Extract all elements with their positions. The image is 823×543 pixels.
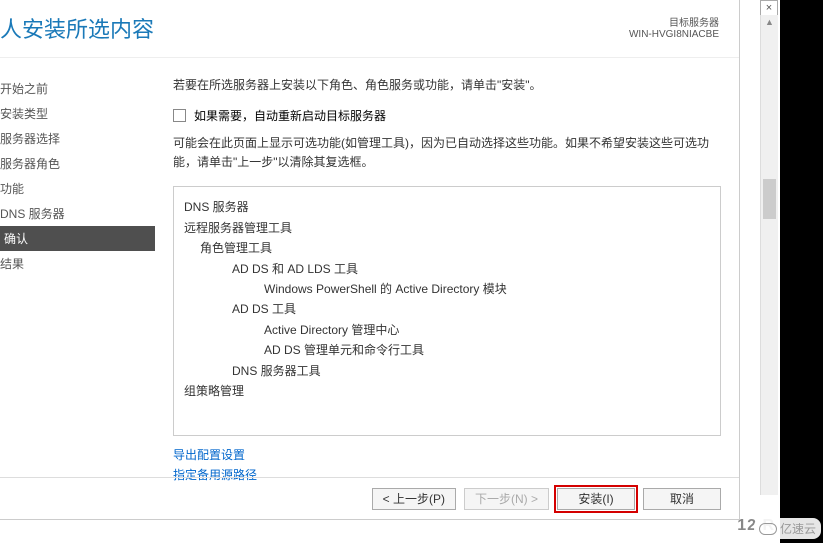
feature-powershell-ad-module: Windows PowerShell 的 Active Directory 模块 [184,279,710,299]
wizard-header: 人安装所选内容 目标服务器 WIN-HVGI8NIACBE [0,0,739,58]
feature-adds-adlds-tools: AD DS 和 AD LDS 工具 [184,259,710,279]
optional-features-note: 可能会在此页面上显示可选功能(如管理工具)，因为已自动选择这些功能。如果不希望安… [173,134,721,172]
feature-ad-admin-center: Active Directory 管理中心 [184,320,710,340]
feature-adds-tools: AD DS 工具 [184,299,710,319]
feature-dns-server: DNS 服务器 [184,197,710,217]
install-button[interactable]: 安装(I) [557,488,635,510]
feature-adds-snapins-cli: AD DS 管理单元和命令行工具 [184,340,710,360]
intro-text: 若要在所选服务器上安装以下角色、角色服务或功能，请单击"安装"。 [173,76,721,93]
previous-button[interactable]: < 上一步(P) [372,488,456,510]
feature-list: DNS 服务器 远程服务器管理工具 角色管理工具 AD DS 和 AD LDS … [173,186,721,436]
sidebar-item-server-selection[interactable]: 服务器选择 [0,126,155,151]
target-server-box: 目标服务器 WIN-HVGI8NIACBE [629,8,719,47]
cancel-button[interactable]: 取消 [643,488,721,510]
feature-role-admin-tools: 角色管理工具 [184,238,710,258]
export-config-link[interactable]: 导出配置设置 [173,446,721,465]
feature-remote-admin-tools: 远程服务器管理工具 [184,218,710,238]
auto-restart-checkbox[interactable] [173,109,186,122]
sidebar-item-dns-server[interactable]: DNS 服务器 [0,201,155,226]
target-server-label: 目标服务器 [629,14,719,29]
sidebar-item-installation-type[interactable]: 安装类型 [0,101,155,126]
sidebar-item-before-you-begin[interactable]: 开始之前 [0,76,155,101]
wizard-main: 若要在所选服务器上安装以下角色、角色服务或功能，请单击"安装"。 如果需要，自动… [155,58,739,478]
scroll-up-icon[interactable]: ▲ [761,15,778,29]
auto-restart-row[interactable]: 如果需要，自动重新启动目标服务器 [173,107,721,124]
feature-group-policy-mgmt: 组策略管理 [184,381,710,401]
wizard-footer: < 上一步(P) 下一步(N) > 安装(I) 取消 [0,477,739,519]
sidebar-item-features[interactable]: 功能 [0,176,155,201]
next-button: 下一步(N) > [464,488,549,510]
page-title: 人安装所选内容 [0,8,154,47]
scroll-thumb[interactable] [763,179,776,219]
auto-restart-label: 如果需要，自动重新启动目标服务器 [194,107,386,124]
wizard-sidebar: 开始之前 安装类型 服务器选择 服务器角色 功能 DNS 服务器 确认 结果 [0,58,155,478]
background-scrollbar[interactable]: ▲ [760,15,778,495]
sidebar-item-confirmation[interactable]: 确认 [0,226,155,251]
target-server-value: WIN-HVGI8NIACBE [629,29,719,40]
brand-badge: 亿速云 [754,518,821,539]
brand-text: 亿速云 [780,520,816,537]
feature-dns-server-tools: DNS 服务器工具 [184,361,710,381]
wizard-dialog: 人安装所选内容 目标服务器 WIN-HVGI8NIACBE 开始之前 安装类型 … [0,0,740,520]
sidebar-item-server-roles[interactable]: 服务器角色 [0,151,155,176]
cloud-icon [759,523,777,535]
sidebar-item-results[interactable]: 结果 [0,251,155,276]
